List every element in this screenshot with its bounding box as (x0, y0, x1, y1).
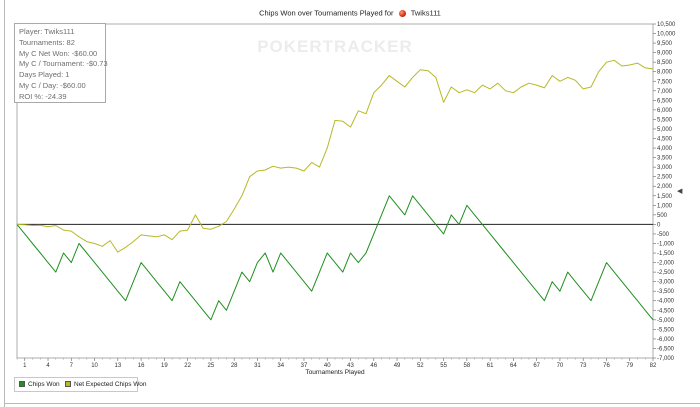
series-line-chips-won (16, 195, 654, 321)
y-tick-label: -4,000 (657, 299, 675, 305)
y-tick-label: 1,500 (657, 194, 673, 200)
y-tick-label: 8,500 (657, 60, 673, 66)
x-tick-label: 13 (114, 363, 121, 369)
y-tick-label: 10,500 (657, 22, 676, 28)
stat-line: Player: Twiks111 (19, 27, 75, 36)
y-tick-label: -2,500 (657, 270, 675, 276)
chart-window: Chips Won over Tournaments Played for Tw… (0, 0, 700, 407)
y-tick-label: -1,500 (657, 251, 675, 257)
y-tick-label: 9,500 (657, 41, 673, 47)
series-layer (16, 59, 654, 321)
y-tick-label: -1,000 (657, 241, 675, 247)
y-tick-label: 9,000 (657, 51, 673, 57)
y-tick-label: 7,000 (657, 89, 673, 95)
x-tick-label: 82 (650, 363, 657, 369)
x-tick-label: 7 (70, 363, 74, 369)
x-tick-label: 73 (580, 363, 587, 369)
y-tick-label: 2,000 (657, 184, 673, 190)
legend-item-chips-won[interactable]: Chips Won (19, 381, 60, 388)
x-tick-label: 61 (487, 363, 494, 369)
y-tick-label: -5,000 (657, 318, 675, 324)
stats-box: Player: Twiks111 Tournaments: 82 My C Net … (14, 23, 108, 103)
y-tick-label: 8,000 (657, 70, 673, 76)
y-tick-label: 500 (657, 213, 668, 219)
plot-frame (16, 23, 654, 359)
x-tick-label: 58 (464, 363, 471, 369)
x-tick-label: 67 (533, 363, 540, 369)
y-tick-label: 0 (657, 222, 661, 228)
y-tick-label: 6,500 (657, 98, 673, 104)
y-tick-label: 5,500 (657, 117, 673, 123)
y-tick-label: 5,000 (657, 127, 673, 133)
y-tick-label: -3,000 (657, 280, 675, 286)
stat-line: Days Played: 1 (19, 70, 70, 80)
legend-label-net-expected: Net Expected Chips Won (74, 381, 147, 388)
y-tick-label: -3,500 (657, 289, 675, 295)
y-tick-label: 4,000 (657, 146, 673, 152)
x-tick-label: 28 (231, 363, 238, 369)
stat-line: My C / Tournament: -$0.73 (19, 59, 108, 69)
y-tick-label: 1,000 (657, 203, 673, 209)
y-tick-label: -4,500 (657, 308, 675, 314)
x-tick-label: 49 (394, 363, 401, 369)
y-tick-label: -2,000 (657, 261, 675, 267)
x-tick-label: 16 (138, 363, 145, 369)
x-tick-label: 31 (254, 363, 261, 369)
x-tick-label: 79 (626, 363, 633, 369)
y-tick-label: 3,000 (657, 165, 673, 171)
stat-line: ROI %: -24.39 (19, 91, 67, 101)
x-tick-label: 46 (370, 363, 377, 369)
y-tick-label: -500 (657, 232, 670, 238)
y-tick-label: -7,000 (657, 356, 675, 362)
watermark: POKERTRACKER (257, 37, 413, 56)
resize-handle-icon[interactable]: ◀ (677, 187, 682, 195)
x-tick-label: 10 (91, 363, 98, 369)
x-tick-label: 52 (417, 363, 424, 369)
y-tick-label: -6,000 (657, 337, 675, 343)
y-tick-label: 4,500 (657, 137, 673, 143)
x-axis-label: Tournaments Played (305, 369, 365, 376)
series-line-net-expected (16, 59, 654, 253)
x-tick-label: 55 (440, 363, 447, 369)
y-tick-label: 10,000 (657, 32, 676, 38)
y-tick-label: 2,500 (657, 175, 673, 181)
x-tick-label: 64 (510, 363, 517, 369)
legend-swatch-net-expected (65, 381, 71, 387)
x-tick-label: 22 (184, 363, 191, 369)
x-tick-label: 4 (46, 363, 50, 369)
legend: Chips Won Net Expected Chips Won (14, 377, 147, 392)
x-tick-label: 1 (23, 363, 27, 369)
y-tick-label: -6,500 (657, 346, 675, 352)
stat-line: My C Net Won: -$60.00 (19, 48, 98, 58)
stat-line: Tournaments: 82 (19, 37, 75, 47)
legend-item-net-expected[interactable]: Net Expected Chips Won (65, 381, 147, 388)
x-tick-label: 34 (277, 363, 284, 369)
x-tick-label: 70 (557, 363, 564, 369)
legend-label-chips-won: Chips Won (28, 381, 60, 388)
y-tick-label: 7,500 (657, 79, 673, 85)
x-tick-label: 25 (208, 363, 215, 369)
x-tick-label: 76 (603, 363, 610, 369)
stat-line: My C / Day: -$60.00 (19, 80, 86, 90)
legend-swatch-chips-won (19, 381, 25, 387)
y-tick-label: 3,500 (657, 156, 673, 162)
axes: -7,000 -6,500 -6,000 -5,500 -5,000 -4,500 -4,0… (16, 22, 676, 376)
x-tick-label: 19 (161, 363, 168, 369)
y-tick-label: 6,000 (657, 108, 673, 114)
y-tick-label: -5,500 (657, 327, 675, 333)
